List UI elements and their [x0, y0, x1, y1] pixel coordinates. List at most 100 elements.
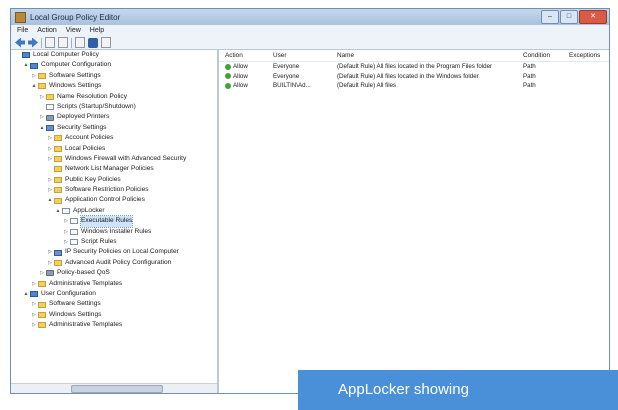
- column-header-exceptions[interactable]: Exceptions: [567, 52, 609, 59]
- tree-node-label: Advanced Audit Policy Configuration: [65, 258, 172, 266]
- allow-check-icon: [225, 73, 231, 80]
- folder-icon: [54, 187, 62, 194]
- tree-node[interactable]: ▷ IP Security Policies on Local Computer: [11, 247, 217, 257]
- expand-toggle-icon[interactable]: ▷: [39, 112, 45, 122]
- folder-icon: [38, 311, 46, 318]
- table-row[interactable]: Allow BUILTIN\Ad... (Default Rule) All f…: [219, 81, 609, 91]
- tree-node[interactable]: ▲ Security Settings: [11, 123, 217, 133]
- expand-toggle-icon[interactable]: ▲: [31, 81, 37, 91]
- table-row[interactable]: Allow Everyone (Default Rule) All files …: [219, 72, 609, 82]
- expand-toggle-icon[interactable]: ▲: [55, 206, 61, 216]
- tree-node-label: Application Control Policies: [65, 196, 145, 204]
- toolbar-separator: [71, 37, 72, 48]
- expand-toggle-icon[interactable]: ▷: [63, 216, 69, 226]
- tree-node[interactable]: ▲ Windows Settings: [11, 81, 217, 91]
- tree-node[interactable]: ▷ Administrative Templates: [11, 279, 217, 289]
- tree-node[interactable]: ▷ Deployed Printers: [11, 112, 217, 122]
- tree-node[interactable]: ▲ Computer Configuration: [11, 60, 217, 70]
- expand-toggle-icon[interactable]: ▷: [31, 310, 37, 320]
- expand-toggle-icon[interactable]: ▲: [47, 195, 53, 205]
- expand-toggle-icon[interactable]: ▷: [47, 154, 53, 164]
- action-pane-icon[interactable]: [101, 37, 111, 48]
- column-header-action[interactable]: Action: [219, 52, 269, 59]
- tree-node[interactable]: ▷ Windows Installer Rules: [11, 227, 217, 237]
- folder-icon: [54, 166, 62, 173]
- expand-toggle-icon[interactable]: ▷: [39, 92, 45, 102]
- expand-toggle-icon[interactable]: ▷: [47, 175, 53, 185]
- back-arrow-icon[interactable]: [15, 37, 25, 48]
- tree-node[interactable]: ▷ Software Settings: [11, 71, 217, 81]
- tree-node[interactable]: ▲ User Configuration: [11, 289, 217, 299]
- expand-toggle-icon[interactable]: ▷: [31, 299, 37, 309]
- column-header-user[interactable]: User: [269, 52, 333, 59]
- expand-toggle-icon[interactable]: ▷: [47, 133, 53, 143]
- rule-name: (Default Rule) All files: [337, 82, 397, 90]
- tree-node-label: User Configuration: [41, 289, 96, 297]
- folder-icon: [46, 93, 54, 100]
- tree-node[interactable]: Network List Manager Policies: [11, 164, 217, 174]
- doc-icon: [70, 239, 78, 246]
- expand-toggle-icon[interactable]: ▷: [31, 71, 37, 81]
- menu-file[interactable]: File: [17, 27, 28, 34]
- tree-node[interactable]: ▷ Script Rules: [11, 237, 217, 247]
- tree-node[interactable]: ▷ Policy-based QoS: [11, 268, 217, 278]
- tree-node[interactable]: ▷ Account Policies: [11, 133, 217, 143]
- expand-toggle-icon[interactable]: ▲: [39, 123, 45, 133]
- folder-icon: [54, 145, 62, 152]
- column-header-name[interactable]: Name: [333, 52, 519, 59]
- help-icon[interactable]: [88, 37, 98, 48]
- tree-node[interactable]: ▷ Executable Rules: [11, 215, 217, 228]
- expand-toggle-icon[interactable]: ▷: [39, 268, 45, 278]
- table-row[interactable]: Allow Everyone (Default Rule) All files …: [219, 62, 609, 72]
- tree-node-label: Administrative Templates: [49, 321, 123, 329]
- tree-node[interactable]: ▷ Advanced Audit Policy Configuration: [11, 258, 217, 268]
- tree-node-label: Windows Settings: [49, 310, 102, 318]
- folder-icon: [38, 83, 46, 90]
- export-list-icon[interactable]: [75, 37, 85, 48]
- tree-node[interactable]: ▲ AppLocker: [11, 206, 217, 216]
- tree-node[interactable]: ▷ Public Key Policies: [11, 175, 217, 185]
- tree-node[interactable]: Scripts (Startup/Shutdown): [11, 102, 217, 112]
- tree-node[interactable]: Local Computer Policy: [11, 50, 217, 60]
- close-button[interactable]: ✕: [579, 10, 607, 24]
- console-tree: Local Computer Policy ▲ Computer Configura…: [11, 50, 219, 393]
- expand-toggle-icon[interactable]: ▷: [31, 320, 37, 330]
- menu-help[interactable]: Help: [90, 27, 104, 34]
- allow-check-icon: [225, 63, 231, 70]
- tree-node-label: Administrative Templates: [49, 279, 123, 287]
- scrollbar-thumb[interactable]: [71, 385, 163, 393]
- tree-node-label: Public Key Policies: [65, 175, 121, 183]
- window-title: Local Group Policy Editor: [30, 12, 121, 22]
- expand-toggle-icon[interactable]: ▷: [47, 185, 53, 195]
- title-bar[interactable]: Local Group Policy Editor – □ ✕: [11, 9, 609, 25]
- pc-icon: [30, 291, 38, 298]
- show-tree-icon[interactable]: [45, 37, 55, 48]
- tree-node[interactable]: ▷ Software Settings: [11, 299, 217, 309]
- tree-node[interactable]: ▷ Software Restriction Policies: [11, 185, 217, 195]
- expand-toggle-icon[interactable]: ▷: [47, 144, 53, 154]
- tree-node[interactable]: ▲ Application Control Policies: [11, 195, 217, 205]
- tree-node[interactable]: ▷ Windows Settings: [11, 310, 217, 320]
- menu-action[interactable]: Action: [37, 27, 56, 34]
- expand-toggle-icon[interactable]: ▷: [63, 237, 69, 247]
- tree-node[interactable]: ▷ Administrative Templates: [11, 320, 217, 330]
- folder-icon: [38, 322, 46, 329]
- maximize-button[interactable]: □: [560, 10, 578, 24]
- tree-node-label: Scripts (Startup/Shutdown): [57, 102, 136, 110]
- tree-horizontal-scrollbar[interactable]: [11, 383, 217, 393]
- forward-arrow-icon[interactable]: [28, 38, 38, 48]
- expand-toggle-icon[interactable]: ▷: [47, 258, 53, 268]
- expand-toggle-icon[interactable]: ▲: [23, 289, 29, 299]
- expand-toggle-icon[interactable]: ▷: [47, 247, 53, 257]
- tree-node[interactable]: ▷ Local Policies: [11, 144, 217, 154]
- properties-icon[interactable]: [58, 37, 68, 48]
- tree-node[interactable]: ▷ Windows Firewall with Advanced Security: [11, 154, 217, 164]
- tree-node[interactable]: ▷ Name Resolution Policy: [11, 92, 217, 102]
- column-header-condition[interactable]: Condition: [519, 52, 567, 59]
- doc-icon: [70, 228, 78, 235]
- expand-toggle-icon[interactable]: ▲: [23, 60, 29, 70]
- minimize-button[interactable]: –: [541, 10, 559, 24]
- menu-view[interactable]: View: [66, 27, 81, 34]
- expand-toggle-icon[interactable]: ▷: [63, 227, 69, 237]
- expand-toggle-icon[interactable]: ▷: [31, 279, 37, 289]
